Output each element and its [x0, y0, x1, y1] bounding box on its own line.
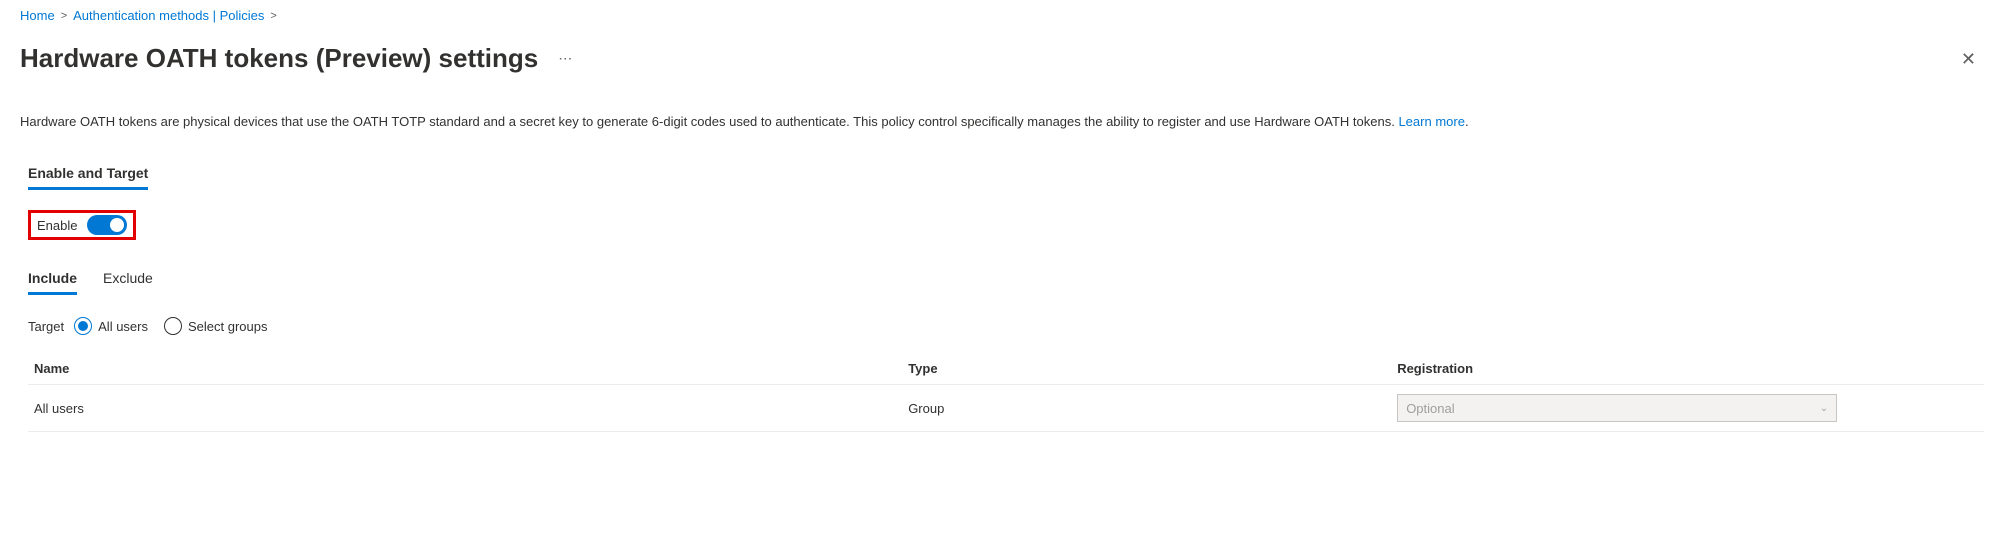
- table-header: Name Type Registration: [28, 353, 1984, 385]
- cell-registration: Optional ⌄: [1397, 394, 1984, 422]
- table-row: All users Group Optional ⌄: [28, 385, 1984, 432]
- tab-include[interactable]: Include: [28, 264, 77, 295]
- radio-all-users[interactable]: All users: [74, 317, 148, 335]
- cell-type: Group: [908, 401, 1397, 416]
- radio-icon: [164, 317, 182, 335]
- section-tabs: Enable and Target: [28, 159, 1976, 190]
- chevron-right-icon: >: [61, 10, 67, 22]
- breadcrumb-home[interactable]: Home: [20, 8, 55, 23]
- radio-select-groups[interactable]: Select groups: [164, 317, 268, 335]
- include-exclude-tabs: Include Exclude: [28, 264, 1976, 295]
- enable-toggle-row: Enable: [28, 210, 136, 240]
- breadcrumb: Home > Authentication methods | Policies…: [20, 8, 1976, 23]
- dropdown-value: Optional: [1406, 401, 1454, 416]
- target-label: Target: [28, 319, 64, 334]
- cell-name: All users: [28, 401, 908, 416]
- enable-toggle[interactable]: [87, 215, 127, 235]
- radio-all-users-label: All users: [98, 319, 148, 334]
- close-button[interactable]: ✕: [1961, 50, 1976, 68]
- more-actions-button[interactable]: ⋯: [558, 50, 573, 67]
- page-title: Hardware OATH tokens (Preview) settings: [20, 43, 538, 74]
- page-header: Hardware OATH tokens (Preview) settings …: [20, 43, 1976, 74]
- radio-icon: [74, 317, 92, 335]
- registration-dropdown[interactable]: Optional ⌄: [1397, 394, 1837, 422]
- page-description: Hardware OATH tokens are physical device…: [20, 114, 1976, 129]
- tab-exclude[interactable]: Exclude: [103, 264, 153, 295]
- description-period: .: [1465, 114, 1469, 129]
- breadcrumb-auth-methods[interactable]: Authentication methods | Policies: [73, 8, 264, 23]
- col-header-name: Name: [28, 361, 908, 376]
- col-header-registration: Registration: [1397, 361, 1984, 376]
- chevron-down-icon: ⌄: [1820, 403, 1828, 414]
- description-text: Hardware OATH tokens are physical device…: [20, 114, 1398, 129]
- chevron-right-icon: >: [270, 10, 276, 22]
- col-header-type: Type: [908, 361, 1397, 376]
- targets-table: Name Type Registration All users Group O…: [28, 353, 1984, 432]
- page-title-group: Hardware OATH tokens (Preview) settings …: [20, 43, 573, 74]
- target-row: Target All users Select groups: [28, 317, 1976, 335]
- enable-label: Enable: [37, 218, 77, 233]
- tab-enable-and-target[interactable]: Enable and Target: [28, 159, 148, 190]
- learn-more-link[interactable]: Learn more: [1398, 114, 1464, 129]
- radio-select-groups-label: Select groups: [188, 319, 268, 334]
- toggle-knob: [110, 218, 124, 232]
